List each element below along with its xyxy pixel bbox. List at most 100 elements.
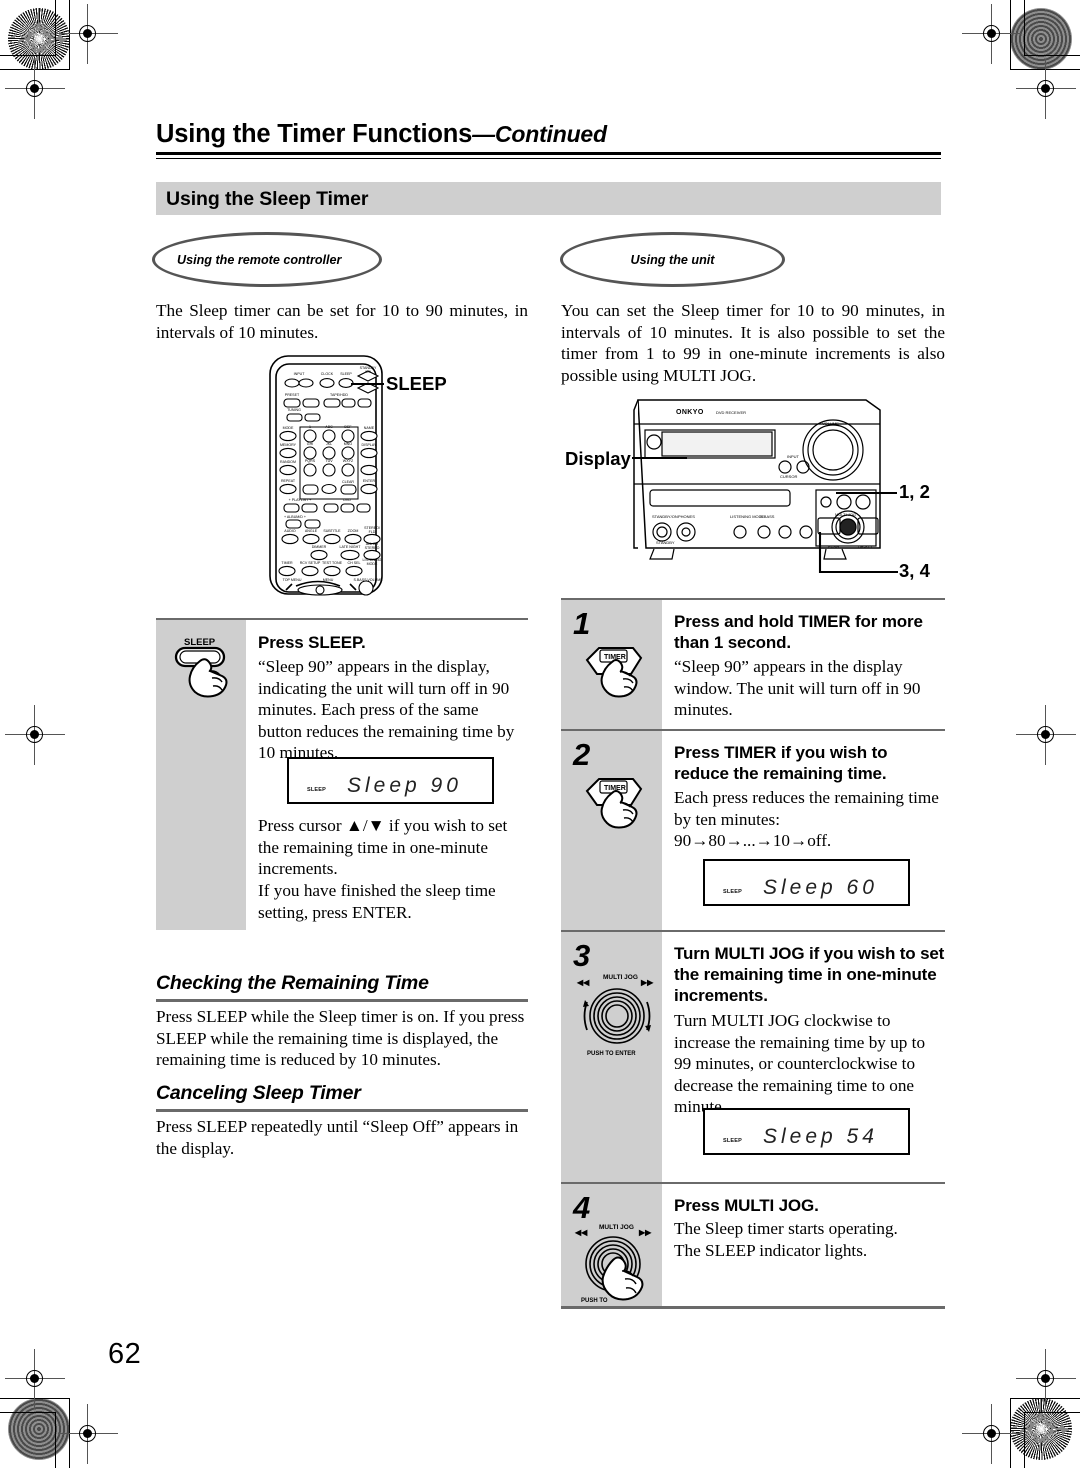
svg-text:PRESET: PRESET (285, 393, 300, 397)
ellipse-using-remote-controller: Using the remote controller (152, 232, 382, 287)
display-callout-label: Display (565, 448, 631, 469)
svg-text:LATE NIGHT: LATE NIGHT (340, 545, 362, 549)
svg-text:INPUT: INPUT (294, 372, 306, 376)
svg-text:MULTI JOG: MULTI JOG (603, 974, 638, 981)
svg-text:ONKYO: ONKYO (676, 409, 704, 416)
svg-text:MULTI JOG: MULTI JOG (599, 1224, 634, 1231)
svg-text:AUDIO: AUDIO (284, 529, 296, 533)
step-2-number: 2 (573, 737, 591, 772)
lcd-sleep-value-2: Sleep 60 (763, 876, 878, 899)
left-step-body-1: “Sleep 90” appears in the display, indic… (258, 657, 515, 762)
steps-12-callout-label: 1, 2 (899, 481, 930, 502)
svg-text:DIMMER: DIMMER (312, 545, 327, 549)
section-heading-text: Using the Sleep Timer (166, 188, 369, 210)
lcd-sleep-indicator-2: SLEEP (723, 889, 743, 895)
lcd-display-sleep-54: SLEEP Sleep 54 (703, 1108, 910, 1155)
lcd-sleep-value-3: Sleep 54 (763, 1125, 878, 1148)
left-step-body-2: Press cursor ▲/▼ if you wish to set the … (258, 816, 508, 878)
svg-text:INPUT: INPUT (787, 454, 800, 459)
steps-12-callout-leader (836, 492, 897, 495)
svg-text:TEST TONE: TEST TONE (322, 561, 343, 565)
svg-text:MNO: MNO (344, 442, 353, 446)
header-divider (156, 152, 941, 159)
checking-remaining-time-body: Press SLEEP while the Sleep timer is on.… (156, 1007, 525, 1069)
svg-text:WXYZ: WXYZ (343, 459, 354, 463)
remote-sleep-leader-line (351, 383, 384, 386)
step-4-body: The Sleep timer starts operating. (674, 1219, 898, 1238)
svg-text:S.BASS: S.BASS (354, 578, 368, 582)
svg-text:DEF: DEF (344, 425, 352, 429)
svg-text:+ PLAYLIST +: + PLAYLIST + (289, 498, 312, 502)
svg-text:/ON: /ON (365, 370, 372, 374)
step-3-heading: Turn MULTI JOG if you wish to set the re… (674, 944, 945, 1005)
svg-text:ABC: ABC (325, 425, 333, 429)
svg-text:SLEEP: SLEEP (184, 637, 216, 648)
ellipse-remote-label: Using the remote controller (177, 252, 342, 267)
section-heading-bar: Using the Sleep Timer (156, 182, 941, 215)
checking-remaining-time-rule (156, 999, 528, 1002)
svg-text:S.BASS: S.BASS (760, 514, 775, 519)
chapter-continued-text: —Continued (472, 121, 607, 147)
step-3-number: 3 (573, 938, 591, 973)
svg-text:TUNING: TUNING (287, 408, 301, 412)
svg-text:RANDOM: RANDOM (280, 460, 296, 464)
step-4-heading: Press MULTI JOG. (674, 1196, 819, 1215)
checking-remaining-time-heading: Checking the Remaining Time (156, 972, 429, 994)
svg-text:STEREO: STEREO (365, 546, 380, 550)
steps-34-callout-label: 3, 4 (899, 560, 930, 581)
svg-text:FLD: FLD (369, 530, 376, 534)
ellipse-using-the-unit: Using the unit (560, 232, 785, 287)
lcd-sleep-value: Sleep 90 (347, 774, 462, 797)
sleep-button-illustration: SLEEP (162, 632, 246, 718)
right-steps-bottom-rule (561, 1306, 945, 1309)
svg-text:PUSH TO ENTER: PUSH TO ENTER (587, 1051, 636, 1057)
step-4-body-2: The SLEEP indicator lights. (674, 1241, 868, 1260)
canceling-sleep-timer-heading: Canceling Sleep Timer (156, 1082, 361, 1104)
step-2-heading: Press TIMER if you wish to reduce the re… (674, 743, 888, 783)
svg-text:NAME: NAME (364, 426, 375, 430)
right-step-4: 4 MULTI JOG ◀◀ ▶▶ PUSH TO Press MULTI JO… (561, 1182, 945, 1306)
svg-text:CLOCK: CLOCK (321, 372, 334, 376)
step-1-body: “Sleep 90” appears in the display window… (674, 657, 921, 719)
svg-text:+ ALBUM/D +: + ALBUM/D + (284, 515, 306, 519)
svg-text:MEMORY: MEMORY (280, 443, 297, 447)
page-title: Using the Timer Functions—Continued (156, 120, 946, 149)
svg-text:TAPE/HDD: TAPE/HDD (330, 393, 348, 397)
svg-text:▶▶: ▶▶ (638, 1228, 652, 1237)
multi-jog-dial-illustration-4: MULTI JOG ◀◀ ▶▶ PUSH TO (573, 1220, 661, 1306)
svg-text:GHI: GHI (307, 442, 313, 446)
svg-text:TOP MENU: TOP MENU (283, 578, 302, 582)
lcd-sleep-indicator-3: SLEEP (723, 1138, 743, 1144)
right-intro-paragraph: You can set the Sleep timer for 10 to 90… (561, 301, 945, 385)
lcd-display-sleep-60: SLEEP Sleep 60 (703, 859, 910, 906)
step-2-body-extra: 90→80→...→10→off. (674, 831, 832, 850)
lcd-sleep-indicator: SLEEP (307, 787, 327, 793)
svg-text:SUBTITLE: SUBTITLE (323, 529, 341, 533)
svg-text:DISPLAY: DISPLAY (362, 443, 378, 447)
svg-text:REPEAT: REPEAT (281, 479, 296, 483)
svg-text:DVD RECEIVER: DVD RECEIVER (716, 410, 746, 415)
step-3-body: Turn MULTI JOG clockwise to increase the… (674, 1011, 926, 1116)
svg-text:◀◀: ◀◀ (576, 978, 590, 987)
svg-text:VOLUME: VOLUME (822, 421, 839, 426)
svg-text:STANDBY/ON: STANDBY/ON (652, 514, 678, 519)
left-step-body-3: If you have finished the sleep time sett… (258, 881, 496, 922)
svg-text:ANGLE: ANGLE (305, 529, 318, 533)
page-number: 62 (108, 1338, 142, 1370)
svg-text:CH SEL: CH SEL (348, 561, 361, 565)
svg-text:CLEAR: CLEAR (342, 480, 354, 484)
display-callout-leader (632, 457, 687, 460)
left-step-heading: Press SLEEP. (258, 633, 366, 652)
svg-text:1: 1 (309, 425, 311, 429)
right-step-1: 1 TIMER Press and hold TIMER for more th… (561, 598, 945, 729)
remote-sleep-callout: SLEEP (386, 373, 447, 394)
svg-text:VOLUME: VOLUME (367, 578, 383, 582)
svg-text:DVD: DVD (343, 498, 351, 502)
chapter-title-text: Using the Timer Functions (156, 120, 473, 148)
step-1-heading: Press and hold TIMER for more than 1 sec… (674, 612, 923, 652)
svg-text:MENU: MENU (323, 578, 334, 582)
canceling-sleep-timer-rule (156, 1109, 528, 1112)
svg-text:▶▶: ▶▶ (640, 978, 654, 987)
svg-text:◀◀: ◀◀ (574, 1228, 588, 1237)
right-step-3: 3 MULTI JOG ◀◀ ▶▶ PUSH TO ENTER Turn MUL… (561, 930, 945, 1182)
